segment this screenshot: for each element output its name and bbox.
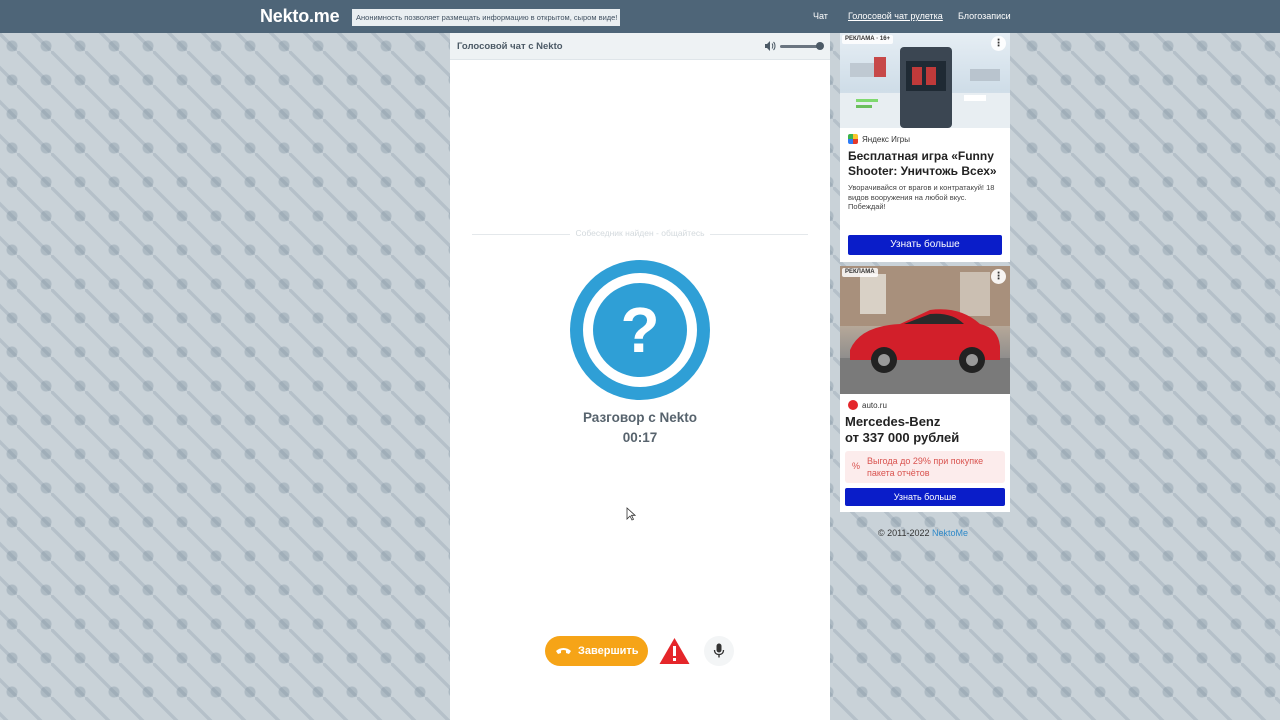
ad-car-image[interactable]: РЕКЛАМА ⋮ xyxy=(840,266,1010,394)
mouse-cursor-icon xyxy=(626,507,636,521)
voice-chat-panel: Голосовой чат с Nekto Собеседник найден … xyxy=(450,33,830,720)
percent-icon: % xyxy=(852,461,861,471)
ad-menu-icon[interactable]: ⋮ xyxy=(991,269,1006,284)
end-call-button[interactable]: Завершить xyxy=(545,636,648,666)
microphone-icon xyxy=(713,643,725,658)
hangup-phone-icon xyxy=(556,648,571,654)
chat-header-title: Голосовой чат с Nekto xyxy=(457,41,563,52)
ad-title[interactable]: Бесплатная игра «Funny Shooter: Уничтожь… xyxy=(848,149,1006,179)
nav-chat[interactable]: Чат xyxy=(813,11,828,21)
footer-nektome-link[interactable]: NektoMe xyxy=(932,528,968,538)
ad-title-line-1[interactable]: Mercedes-Benz xyxy=(845,414,1003,430)
report-warning-icon[interactable] xyxy=(658,636,691,666)
ad-source-label: auto.ru xyxy=(862,401,887,410)
question-mark-icon: ? xyxy=(593,283,687,377)
ad-label-badge: РЕКЛАМА · 16+ xyxy=(842,35,894,44)
ad-promo-box: % Выгода до 29% при покупке пакета отчёт… xyxy=(845,451,1005,483)
volume-slider-track[interactable] xyxy=(780,45,820,48)
ad-promo-text: Выгода до 29% при покупке пакета отчётов xyxy=(867,456,984,478)
ad-source: auto.ru xyxy=(848,400,887,410)
yandex-games-icon xyxy=(848,134,858,144)
red-car-illustration xyxy=(840,266,1010,394)
ad-source-label: Яндекс Игры xyxy=(862,135,910,144)
nav-voice-chat[interactable]: Голосовой чат рулетка xyxy=(848,11,943,21)
nav-blog[interactable]: Блогозаписи xyxy=(958,11,1011,21)
ad-learn-more-button[interactable]: Узнать больше xyxy=(848,235,1002,255)
conversation-title: Разговор с Nekto xyxy=(582,410,698,425)
partner-avatar: ? xyxy=(570,260,710,400)
volume-icon[interactable] xyxy=(764,40,776,52)
microphone-button[interactable] xyxy=(704,636,734,666)
call-timer: 00:17 xyxy=(622,430,658,445)
ad-description: Уворачивайся от врагов и контратакуй! 18… xyxy=(848,183,995,211)
ad-game-image[interactable]: РЕКЛАМА · 16+ ⋮ xyxy=(840,33,1010,128)
top-bar: Nekto.me Анонимность позволяет размещать… xyxy=(0,0,1280,33)
ad-title-line-2[interactable]: от 337 000 рублей xyxy=(845,430,1003,446)
ad-menu-icon[interactable]: ⋮ xyxy=(991,36,1006,51)
auto-ru-icon xyxy=(848,400,858,410)
ad-card-game[interactable]: РЕКЛАМА · 16+ ⋮ Яндекс Игры Бесплатная и… xyxy=(840,33,1010,262)
end-call-label: Завершить xyxy=(578,645,639,657)
copyright-text: © 2011-2022 xyxy=(878,528,930,538)
avatar-ring: ? xyxy=(583,273,697,387)
footer-copyright: © 2011-2022 NektoMe xyxy=(878,528,968,538)
ad-label-badge: РЕКЛАМА xyxy=(842,268,878,277)
ad-source: Яндекс Игры xyxy=(848,134,910,144)
ad-card-auto[interactable]: РЕКЛАМА ⋮ auto.ru Mercedes-Benz от 337 0… xyxy=(840,266,1010,512)
chat-header: Голосовой чат с Nekto xyxy=(450,33,830,60)
site-logo[interactable]: Nekto.me xyxy=(260,6,340,27)
notice-banner: Анонимность позволяет размещать информац… xyxy=(352,9,620,26)
ad-learn-more-button[interactable]: Узнать больше xyxy=(845,488,1005,506)
volume-slider-handle[interactable] xyxy=(816,42,824,50)
shooter-game-illustration xyxy=(840,47,1010,128)
partner-found-status: Собеседник найден - общайтесь xyxy=(570,228,710,238)
